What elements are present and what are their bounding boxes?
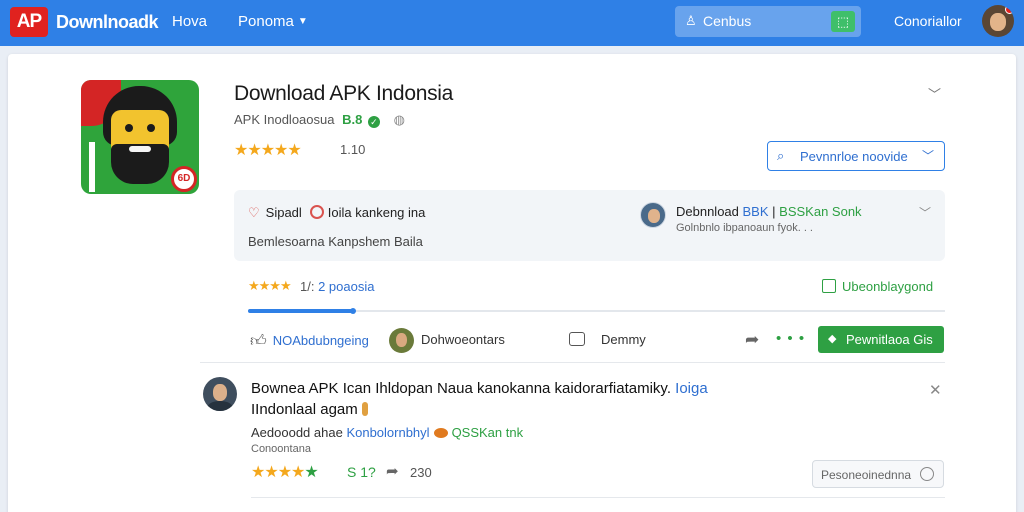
progress-label-value: 2 poaosia: [318, 279, 375, 294]
search-icon: ⌕: [777, 148, 785, 163]
download-source-apk: BBK: [742, 204, 769, 219]
thumbs-up-icon: 👍︎: [250, 333, 267, 350]
comment-icon: [569, 332, 585, 346]
info-panel: ♡ Sipadl Ioila kankeng ina Bemlesoarna Kan…: [234, 190, 945, 261]
comment-divider: [251, 497, 945, 498]
heart-icon[interactable]: ♡: [248, 205, 260, 220]
close-icon[interactable]: ✕: [929, 381, 942, 399]
download-progress-fill: [248, 309, 353, 313]
comment-share-count: 230: [410, 465, 432, 480]
share-icon[interactable]: ➦: [386, 462, 399, 480]
avatar-face: [990, 13, 1006, 31]
comment-title-text-2: IIndonlaal agam: [251, 401, 358, 418]
progress-stars: ★★★★: [248, 278, 292, 293]
download-source-subtitle: Golnbnlo ibpanoaun fyok. . .: [676, 222, 813, 234]
separator: |: [772, 204, 776, 219]
contributor-avatar[interactable]: [389, 328, 414, 353]
caret-down-icon: ▼: [297, 16, 308, 27]
rating-value: 1.10: [340, 142, 366, 157]
download-source-label: Debnnload: [676, 204, 739, 219]
variant-select-value: Pevnnrloe noovide: [800, 149, 908, 164]
reaction-icon: [433, 428, 448, 438]
comment-title-continued: IIndonlaal agam: [251, 401, 368, 418]
age-rating-badge-icon: 6D: [171, 166, 197, 192]
comment-meta-text: Aedooodd ahae: [251, 425, 343, 440]
search-input[interactable]: ♙ Cenbus ⬚: [675, 6, 861, 37]
app-version: B.8: [342, 112, 363, 127]
user-icon: ♙: [685, 13, 697, 28]
globe-icon[interactable]: ◍: [394, 112, 405, 127]
search-input-label: Cenbus: [703, 13, 752, 29]
top-navigation-bar: AP Downlnoadk Hova Ponoma ▼ ♙ Cenbus ⬚ Co…: [0, 0, 1024, 46]
chevron-down-icon[interactable]: ﹀: [919, 204, 931, 221]
info-tag: Sipadl: [265, 205, 302, 220]
chevron-down-icon: ﹀: [921, 149, 934, 163]
publisher-avatar[interactable]: [640, 202, 666, 228]
reply-button[interactable]: Pesoneoinednna: [812, 460, 944, 488]
comment-meta-link[interactable]: Konbolornbhyl: [346, 425, 429, 440]
search-submit-button[interactable]: ⬚: [831, 11, 855, 32]
comment-button[interactable]: Demmy: [569, 332, 646, 347]
comment-score: S 1?: [347, 464, 376, 480]
download-source-size: BSSKan Sonk: [779, 204, 862, 219]
comment-meta: Aedooodd ahae Konbolornbhyl QSSKan tnk: [251, 425, 523, 440]
site-logo[interactable]: AP: [10, 7, 48, 37]
site-brand-name[interactable]: Downlnoadk: [56, 12, 159, 33]
notification-dot-icon: [1005, 5, 1014, 14]
app-icon: 6D: [81, 80, 199, 194]
reply-button-label: Pesoneoinednna: [821, 468, 912, 482]
contributor-link[interactable]: Dohwoeontars: [421, 332, 505, 347]
comment-tag-link[interactable]: Ioiga: [675, 380, 708, 397]
account-link[interactable]: Conoriallor: [894, 13, 962, 29]
nav-home-link[interactable]: Hova: [172, 13, 207, 30]
developer-name[interactable]: APK Inodloaosua: [234, 112, 334, 127]
download-box-icon: [822, 279, 836, 293]
record-icon: [309, 205, 324, 219]
commenter-avatar[interactable]: [203, 377, 237, 411]
download-button-label: Pewnitlaoa Gis: [846, 332, 933, 347]
app-subtitle: APK Inodloaosua B.8 ✓ ◍: [234, 112, 405, 128]
section-divider: [200, 362, 945, 363]
nav-popular-label: Ponoma: [238, 13, 294, 30]
comment-title: Bownea APK Ican Ihldopan Naua kanokanna …: [251, 380, 708, 397]
download-ready-status: Ubeonblaygond: [822, 279, 933, 294]
info-line-primary: ♡ Sipadl Ioila kankeng ina: [248, 205, 425, 221]
download-button[interactable]: ◆ Pewnitlaoa Gis: [818, 326, 944, 353]
download-diamond-icon: ◆: [828, 333, 837, 345]
comment-rating-stars: ★★★★★: [251, 462, 319, 482]
rating-stars: ★★★★★: [234, 142, 302, 159]
comment-label: Demmy: [601, 332, 646, 347]
app-rating: ★★★★★ 1.10: [234, 140, 365, 160]
comment-stars-gold: ★★★★: [251, 464, 305, 481]
nav-popular-dropdown[interactable]: Ponoma ▼: [238, 13, 308, 30]
progress-label-prefix: 1/:: [300, 279, 315, 294]
comment-meta-size: QSSKan tnk: [451, 425, 524, 440]
comment-stars-green: ★: [304, 464, 318, 481]
comment-title-text: Bownea APK Ican Ihldopan Naua kanokanna …: [251, 380, 671, 397]
app-title: Download APK Indonsia: [234, 82, 454, 105]
progress-label: 1/: 2 poaosia: [300, 279, 374, 294]
like-button[interactable]: 👍︎ NOAbdubngeing: [250, 332, 369, 351]
user-avatar[interactable]: [982, 5, 1014, 37]
info-line-secondary: Bemlesoarna Kanpshem Baila: [248, 234, 423, 249]
chevron-down-icon[interactable]: ﹀: [928, 84, 941, 103]
download-ready-label: Ubeonblaygond: [842, 279, 934, 294]
like-label: NOAbdubngeing: [272, 333, 369, 348]
emoji-icon: [361, 402, 368, 416]
more-options-icon[interactable]: • • •: [776, 330, 805, 347]
clock-icon: [920, 467, 934, 481]
info-tag-secondary: Ioila kankeng ina: [327, 205, 426, 220]
download-source[interactable]: Debnnload BBK | BSSKan Sonk: [676, 204, 862, 219]
variant-select[interactable]: ⌕ Pevnnrloe noovide ﹀: [767, 141, 945, 171]
share-icon[interactable]: ➦: [745, 330, 759, 350]
download-progress-handle[interactable]: [350, 308, 356, 314]
verified-check-icon: ✓: [367, 116, 380, 128]
comment-subtext: Conoontana: [251, 443, 311, 455]
